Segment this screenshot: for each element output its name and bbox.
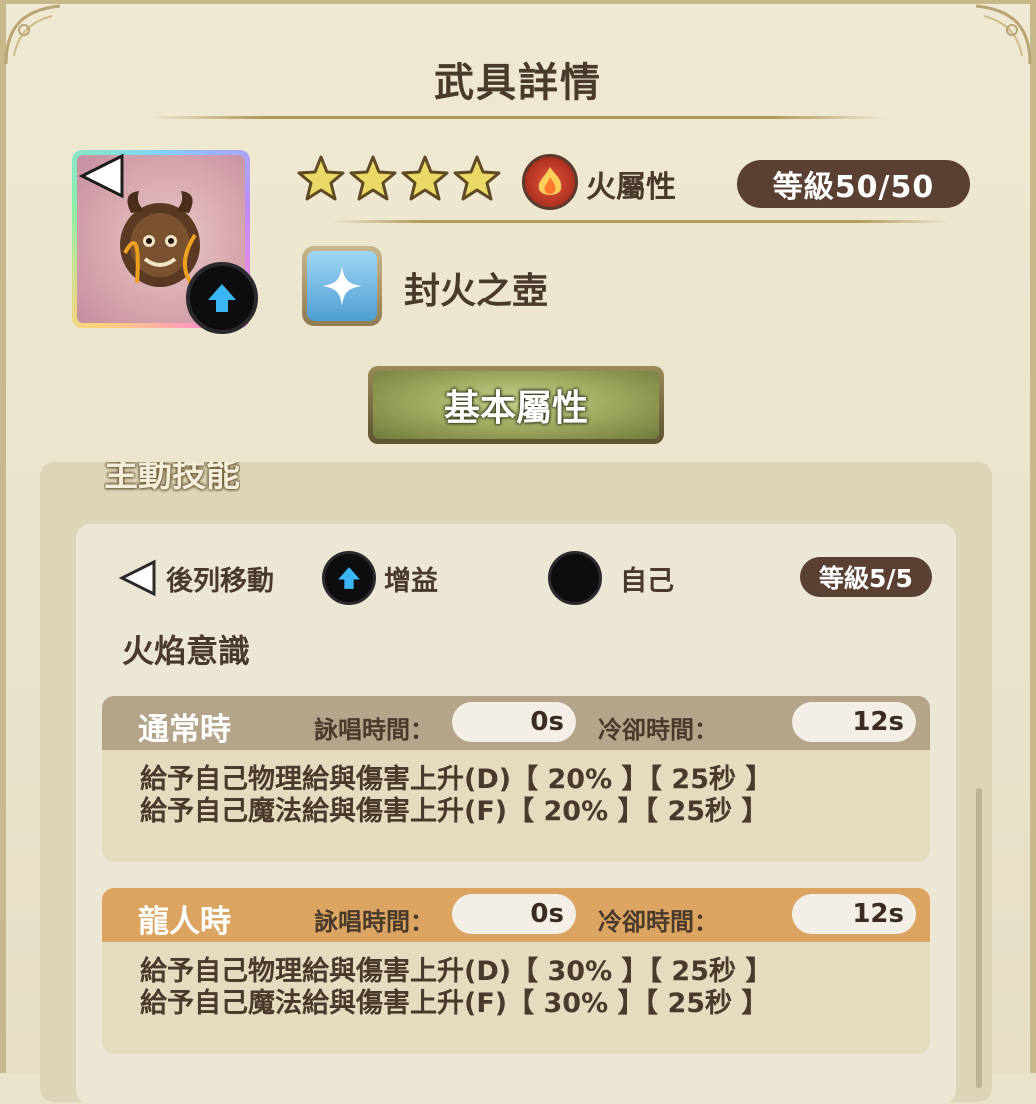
mode-label: 通常時 xyxy=(138,712,231,748)
self-target-icon xyxy=(548,551,602,605)
tag-label: 後列移動 xyxy=(166,565,274,597)
star-icon xyxy=(401,155,449,201)
effect-line: 給予自己魔法給與傷害上升(F)【 20% 】【 25秒 】 xyxy=(140,796,769,827)
weapon-type-badge xyxy=(302,246,382,326)
mode-box-normal: 通常時 詠唱時間： 0s 冷卻時間： 12s 給予自己物理給與傷害上升(D)【 … xyxy=(102,696,930,862)
cooldown-label: 冷卻時間： xyxy=(598,716,718,744)
fire-attribute-icon xyxy=(522,154,578,210)
weapon-name: 封火之壺 xyxy=(404,271,549,312)
tag-buff: 增益 xyxy=(322,550,438,606)
skill-level-badge: 等級5/5 xyxy=(800,557,932,597)
buff-icon-circle xyxy=(322,551,376,605)
page-title: 武具詳情 xyxy=(434,60,602,106)
tag-label: 增益 xyxy=(384,565,438,597)
tag-back-row-move: 後列移動 xyxy=(118,550,274,606)
mode-description: 給予自己物理給與傷害上升(D)【 20% 】【 25秒 】 給予自己魔法給與傷害… xyxy=(102,750,930,862)
title-divider xyxy=(150,116,886,119)
rarity-stars xyxy=(296,154,502,204)
tag-self: 自己 xyxy=(548,550,674,606)
buff-arrow-icon xyxy=(208,284,236,312)
mode-description: 給予自己物理給與傷害上升(D)【 30% 】【 25秒 】 給予自己魔法給與傷害… xyxy=(102,942,930,1054)
effect-line: 給予自己物理給與傷害上升(D)【 30% 】【 25秒 】 xyxy=(140,956,773,987)
mode-header: 通常時 詠唱時間： 0s 冷卻時間： 12s xyxy=(102,696,930,750)
weapon-level-badge: 等級50/50 xyxy=(737,160,970,208)
section-title-active-skill: 主動技能 xyxy=(104,462,240,495)
back-row-move-icon xyxy=(78,153,124,199)
name-divider xyxy=(330,220,950,223)
cast-time-label: 詠唱時間： xyxy=(314,716,434,744)
basic-attributes-label: 基本屬性 xyxy=(373,371,659,439)
back-row-move-icon xyxy=(118,559,156,597)
scrollbar[interactable] xyxy=(976,788,982,1088)
basic-attributes-button[interactable]: 基本屬性 xyxy=(368,366,664,444)
star-icon xyxy=(297,155,345,201)
tag-label: 自己 xyxy=(620,565,674,597)
effect-line: 給予自己物理給與傷害上升(D)【 20% 】【 25秒 】 xyxy=(140,764,773,795)
buff-arrow-icon xyxy=(338,567,360,589)
cast-time-label: 詠唱時間： xyxy=(314,908,434,936)
sparkle-icon xyxy=(322,266,362,306)
star-icon xyxy=(453,155,501,201)
attribute-label: 火屬性 xyxy=(586,170,676,205)
skill-name: 火焰意識 xyxy=(122,632,251,670)
cooldown-value: 12s xyxy=(792,894,916,934)
star-icon xyxy=(349,155,397,201)
buff-badge xyxy=(186,262,258,334)
mode-box-dragon: 龍人時 詠唱時間： 0s 冷卻時間： 12s 給予自己物理給與傷害上升(D)【 … xyxy=(102,888,930,1054)
cast-time-value: 0s xyxy=(452,702,576,742)
cooldown-value: 12s xyxy=(792,702,916,742)
effect-line: 給予自己魔法給與傷害上升(F)【 30% 】【 25秒 】 xyxy=(140,988,769,1019)
cooldown-label: 冷卻時間： xyxy=(598,908,718,936)
cast-time-value: 0s xyxy=(452,894,576,934)
mode-label: 龍人時 xyxy=(138,904,231,940)
mode-header: 龍人時 詠唱時間： 0s 冷卻時間： 12s xyxy=(102,888,930,942)
